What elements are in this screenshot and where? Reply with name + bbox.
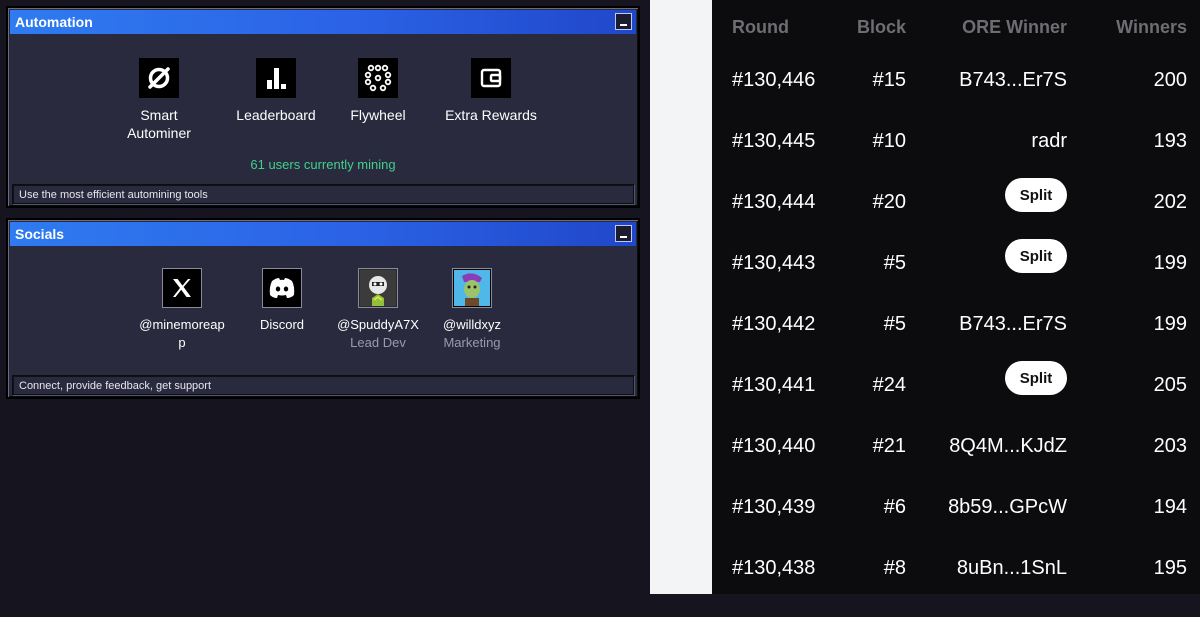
automation-minimize-button[interactable] [615, 13, 632, 30]
smart-autominer-label: Smart Autominer [127, 107, 191, 141]
split-button[interactable]: Split [1005, 178, 1067, 212]
table-row[interactable]: #130,440 #21 8Q4M...KJdZ 203 [712, 434, 1200, 495]
automation-title: Automation [15, 14, 93, 30]
round-cell: #130,444 [732, 191, 816, 213]
winners-count-cell: 194 [1153, 496, 1187, 518]
winners-count-cell: 203 [1153, 435, 1187, 457]
round-cell: #130,443 [732, 252, 816, 274]
socials-title: Socials [15, 226, 65, 242]
block-cell: #21 [872, 435, 906, 457]
winners-count-cell: 205 [1153, 374, 1187, 396]
social-willdxyz-label: @willdxyz [443, 317, 501, 332]
smart-autominer-tile[interactable]: Smart Autominer [120, 58, 198, 142]
ore-winner-cell: B743...Er7S [959, 69, 1067, 91]
block-cell: #24 [872, 374, 906, 396]
socials-titlebar: Socials [10, 222, 636, 246]
leaderboard-tile[interactable]: Leaderboard [226, 58, 326, 124]
social-willdxyz-role: Marketing [443, 335, 501, 350]
table-row[interactable]: #130,442 #5 B743...Er7S 199 [712, 312, 1200, 373]
header-winners: Winners [1116, 17, 1187, 37]
split-button[interactable]: Split [1005, 361, 1067, 395]
block-cell: #20 [872, 191, 906, 213]
round-cell: #130,442 [732, 313, 816, 335]
header-block: Block [856, 17, 906, 37]
table-row[interactable]: #130,439 #6 8b59...GPcW 194 [712, 495, 1200, 556]
round-cell: #130,438 [732, 557, 816, 579]
rounds-table: Round Block ORE Winner Winners #130,446 #… [712, 0, 1200, 594]
mining-users-status: 61 users currently mining [250, 157, 396, 172]
flywheel-icon [358, 58, 398, 98]
wallet-icon [471, 58, 511, 98]
header-round: Round [732, 17, 789, 37]
table-row[interactable]: #130,446 #15 B743...Er7S 200 [712, 68, 1200, 129]
social-x-label: @minemoreapp [139, 317, 225, 350]
extra-rewards-tile[interactable]: Extra Rewards [436, 58, 546, 124]
block-cell: #5 [883, 252, 906, 274]
winners-count-cell: 199 [1153, 252, 1187, 274]
flywheel-label: Flywheel [350, 107, 406, 123]
automation-window: Automation Smart Autominer Leaderboard F… [6, 6, 640, 208]
block-cell: #6 [883, 496, 906, 518]
avatar-icon [452, 268, 492, 308]
block-cell: #8 [883, 557, 906, 579]
ore-winner-cell: 8uBn...1SnL [956, 557, 1067, 579]
ore-winner-cell: radr [1031, 130, 1067, 152]
automation-statusbar: Use the most efficient automining tools [12, 184, 634, 204]
x-logo-icon [162, 268, 202, 308]
bar-chart-icon [256, 58, 296, 98]
round-cell: #130,440 [732, 435, 816, 457]
extra-rewards-label: Extra Rewards [445, 107, 537, 123]
social-spuddy-role: Lead Dev [350, 335, 406, 350]
discord-icon [262, 268, 302, 308]
social-spuddy-label: @SpuddyA7X [337, 317, 419, 332]
socials-statusbar: Connect, provide feedback, get support [12, 375, 634, 395]
socials-minimize-button[interactable] [615, 225, 632, 242]
socials-window: Socials @minemoreapp Discord @SpuddyA7X … [6, 218, 640, 399]
social-spuddy-tile[interactable]: @SpuddyA7X Lead Dev [330, 268, 426, 352]
round-cell: #130,445 [732, 130, 816, 152]
autominer-icon [139, 58, 179, 98]
winners-count-cell: 199 [1153, 313, 1187, 335]
social-discord-tile[interactable]: Discord [242, 268, 322, 334]
table-row[interactable]: #130,445 #10 radr 193 [712, 129, 1200, 190]
ore-winner-cell: B743...Er7S [959, 313, 1067, 335]
social-willdxyz-tile[interactable]: @willdxyz Marketing [432, 268, 512, 352]
block-cell: #5 [883, 313, 906, 335]
table-row[interactable]: #130,438 #8 8uBn...1SnL 195 [712, 556, 1200, 617]
winners-count-cell: 202 [1153, 191, 1187, 213]
winners-count-cell: 195 [1153, 557, 1187, 579]
ore-winner-cell: 8Q4M...KJdZ [949, 435, 1067, 457]
round-cell: #130,439 [732, 496, 816, 518]
leaderboard-label: Leaderboard [236, 107, 316, 123]
block-cell: #10 [872, 130, 906, 152]
automation-titlebar: Automation [10, 10, 636, 34]
avatar-icon [358, 268, 398, 308]
winners-count-cell: 193 [1153, 130, 1187, 152]
social-x-tile[interactable]: @minemoreapp [137, 268, 227, 352]
round-cell: #130,446 [732, 69, 816, 91]
page-gutter [650, 0, 712, 594]
block-cell: #15 [872, 69, 906, 91]
round-cell: #130,441 [732, 374, 816, 396]
split-button[interactable]: Split [1005, 239, 1067, 273]
table-row[interactable]: #130,443 #5 Split 199 [712, 239, 1200, 312]
table-row[interactable]: #130,441 #24 Split 205 [712, 361, 1200, 434]
social-discord-label: Discord [259, 317, 305, 332]
flywheel-tile[interactable]: Flywheel [338, 58, 418, 124]
header-ore-winner: ORE Winner [962, 17, 1067, 37]
ore-winner-cell: 8b59...GPcW [948, 496, 1067, 518]
winners-count-cell: 200 [1153, 69, 1187, 91]
table-row[interactable]: #130,444 #20 Split 202 [712, 178, 1200, 251]
